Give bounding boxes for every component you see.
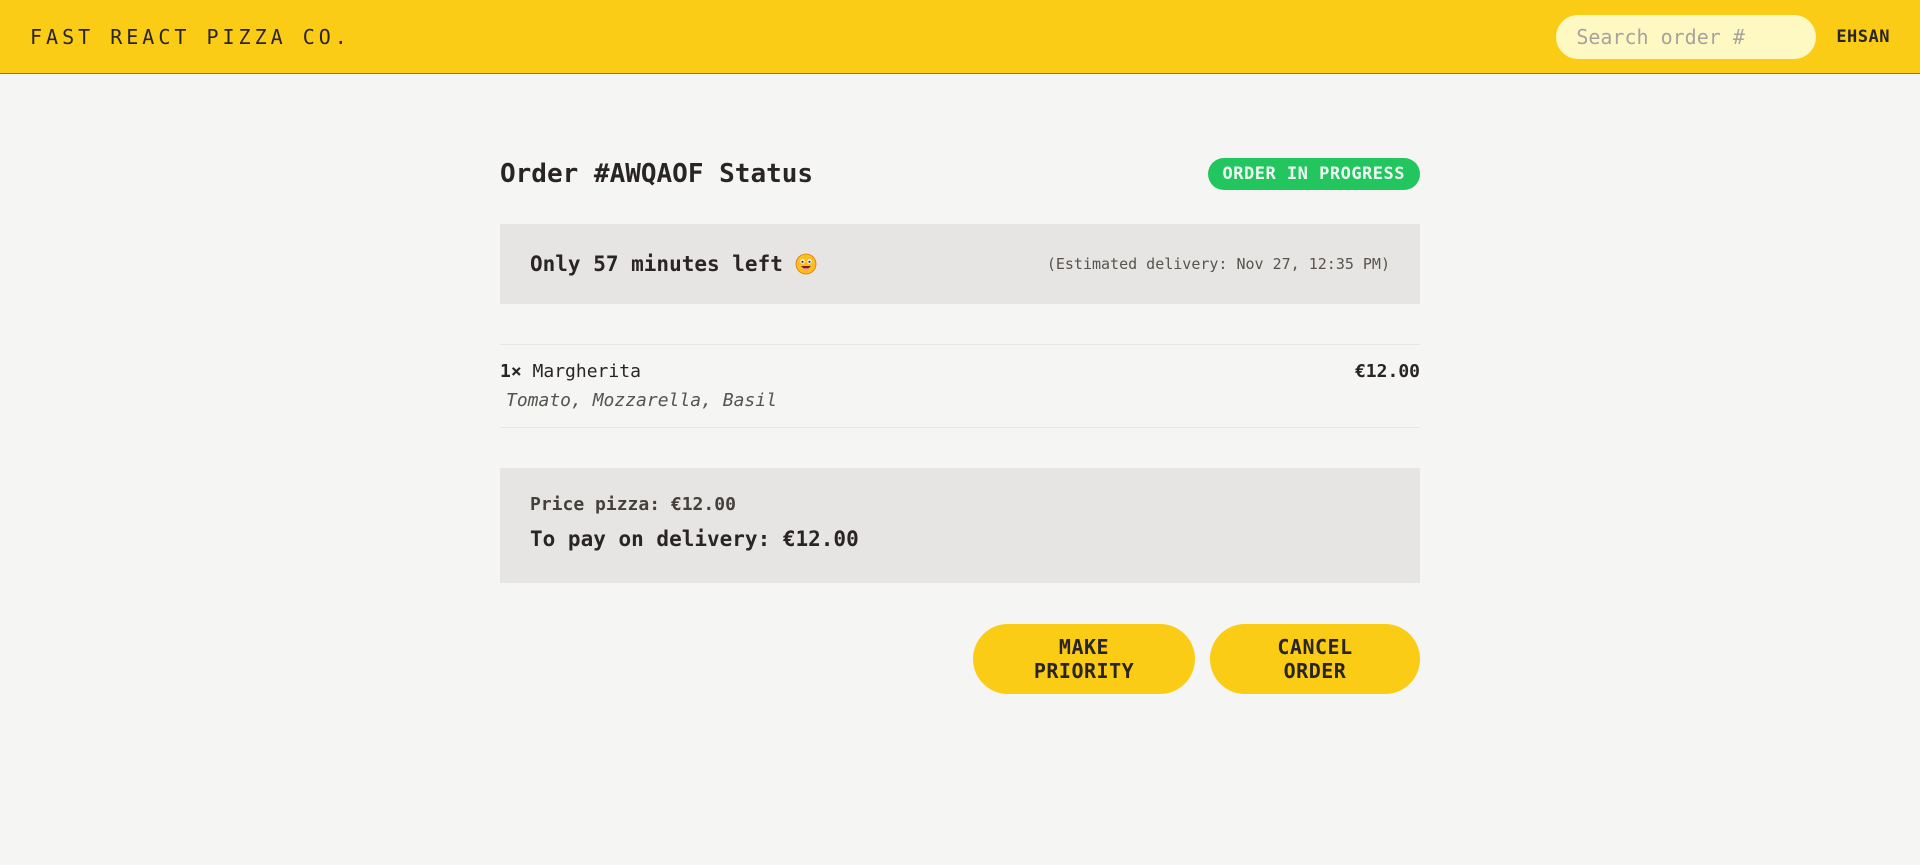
list-item: 1× Margherita €12.00 Tomato, Mozzarella,…: [500, 361, 1420, 411]
eta-text: Only 57 minutes left: [530, 252, 783, 276]
smiley-face-icon: [795, 253, 817, 275]
to-pay-total: To pay on delivery: €12.00: [530, 527, 859, 551]
item-ingredients: Tomato, Mozzarella, Basil: [506, 390, 777, 411]
price-pizza: Price pizza: €12.00: [530, 494, 736, 515]
app-header: FAST REACT PIZZA CO. EHSAN: [0, 0, 1920, 74]
status-badge: ORDER IN PROGRESS: [1207, 158, 1420, 190]
item-quantity: 1×: [500, 361, 522, 382]
eta-left: Only 57 minutes left: [530, 252, 817, 276]
eta-panel: Only 57 minutes left (Estimated delivery…: [500, 224, 1420, 304]
price-summary: Price pizza: €12.00 To pay on delivery: …: [500, 468, 1420, 583]
order-items-list: 1× Margherita €12.00 Tomato, Mozzarella,…: [500, 344, 1420, 428]
order-actions: MAKE PRIORITY CANCEL ORDER: [500, 624, 1420, 694]
item-name: Margherita: [532, 361, 641, 382]
logo-link[interactable]: FAST REACT PIZZA CO.: [30, 25, 351, 49]
make-priority-button[interactable]: MAKE PRIORITY: [973, 624, 1195, 694]
cancel-order-button[interactable]: CANCEL ORDER: [1210, 624, 1420, 694]
title-row: Order #AWQAOF Status ORDER IN PROGRESS: [500, 156, 1420, 192]
header-right: EHSAN: [1556, 14, 1890, 59]
item-title: 1× Margherita: [500, 361, 641, 382]
search-order-input[interactable]: [1556, 14, 1817, 59]
estimated-delivery: (Estimated delivery: Nov 27, 12:35 PM): [1046, 255, 1390, 273]
username: EHSAN: [1836, 26, 1890, 47]
page-title: Order #AWQAOF Status: [500, 159, 814, 189]
order-page: Order #AWQAOF Status ORDER IN PROGRESS O…: [500, 74, 1420, 694]
item-top: 1× Margherita €12.00: [500, 361, 1420, 382]
item-price: €12.00: [1354, 361, 1420, 382]
